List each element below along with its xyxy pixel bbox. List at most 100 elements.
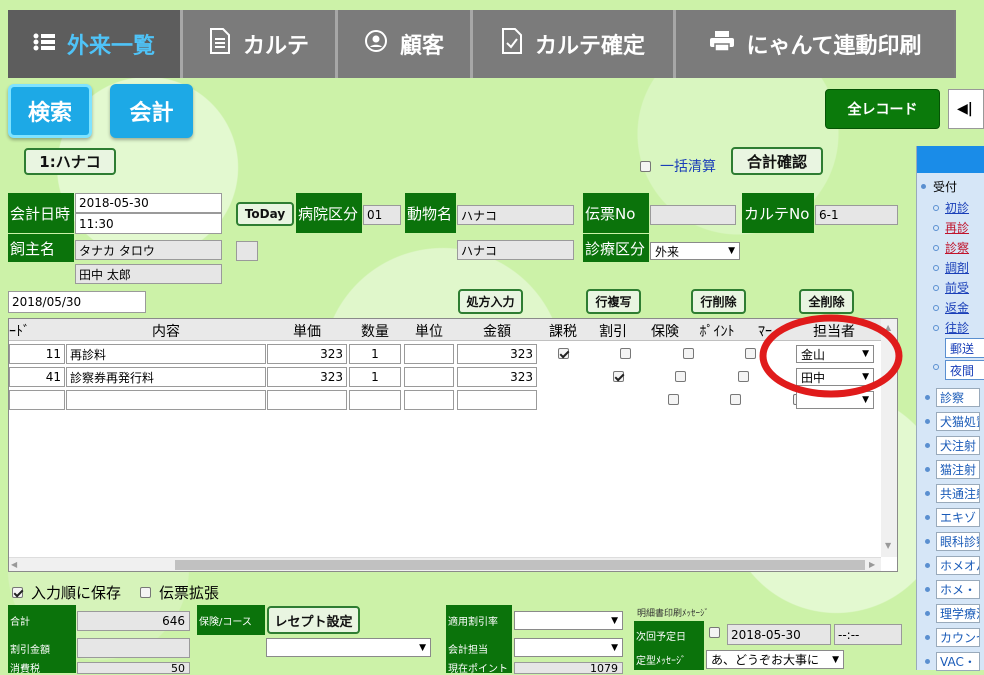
checkbox-discount[interactable]	[730, 394, 741, 405]
tab-outpatient-list[interactable]: 外来一覧	[8, 10, 183, 78]
sidebar-link[interactable]: 診察	[925, 388, 980, 407]
cell-price[interactable]	[267, 390, 347, 410]
today-button[interactable]: ToDay	[236, 202, 294, 226]
animal-sub-field[interactable]: ハナコ	[457, 240, 574, 260]
sidebar-group-reception[interactable]: 受付	[921, 178, 957, 195]
time-field[interactable]: 11:30	[75, 213, 222, 234]
tab-customer[interactable]: 顧客	[338, 10, 473, 78]
delete-row-button[interactable]: 行削除	[691, 289, 746, 314]
cell-unit[interactable]	[404, 390, 454, 410]
sidebar-link[interactable]: 猫注射	[925, 460, 980, 479]
bulk-settle-checkbox[interactable]	[640, 160, 651, 172]
cell-qty[interactable]: 1	[349, 344, 401, 364]
hospital-div-field[interactable]: 01	[363, 205, 401, 225]
cell-qty[interactable]	[349, 390, 401, 410]
sidebar-link[interactable]: 眼科診察	[925, 532, 980, 551]
checkbox-insurance[interactable]	[738, 371, 749, 382]
scroll-thumb[interactable]	[175, 560, 865, 570]
scroll-down-icon[interactable]: ▼	[885, 541, 891, 550]
cell-qty[interactable]: 1	[349, 367, 401, 387]
animal-field[interactable]: ハナコ	[457, 205, 574, 225]
horizontal-scrollbar[interactable]: ◀ ▶	[9, 557, 881, 571]
checkbox-discount[interactable]	[675, 371, 686, 382]
ring-bullet-icon	[933, 284, 939, 291]
accounting-staff-select[interactable]	[514, 638, 623, 657]
checkbox-discount[interactable]	[620, 348, 631, 359]
sidebar-link[interactable]: エキゾ	[925, 508, 980, 527]
sidebar-link[interactable]: 犬猫処置	[925, 412, 980, 431]
sidebar-link[interactable]: ホメ・	[925, 580, 980, 599]
next-date-field[interactable]: 2018-05-30	[727, 624, 831, 645]
all-records-button[interactable]: 全レコード	[825, 89, 940, 129]
discount-rate-select[interactable]	[514, 611, 623, 630]
slip-expand-option[interactable]: 伝票拡張	[140, 582, 219, 603]
sidebar-link-label: ホメオパシー	[936, 556, 980, 575]
fixed-message-select[interactable]: あ、どうぞお大事に	[706, 650, 844, 669]
owner-extra-field[interactable]	[236, 241, 258, 261]
sidebar-item-refund[interactable]: 返金	[933, 299, 969, 316]
cell-amount[interactable]: 323	[457, 344, 537, 364]
sidebar-item-advance[interactable]: 前受	[933, 279, 969, 296]
cell-unit[interactable]	[404, 367, 454, 387]
user-circle-icon	[364, 29, 388, 59]
sidebar-item-first-visit[interactable]: 初診	[933, 199, 969, 216]
sidebar-link[interactable]: ホメオパシー	[925, 556, 980, 575]
sidebar-link[interactable]: 犬注射	[925, 436, 980, 455]
checkbox-tax[interactable]	[668, 394, 679, 405]
record-date-field[interactable]: 2018/05/30	[8, 291, 146, 313]
tab-chart[interactable]: カルテ	[183, 10, 338, 78]
total-confirm-button[interactable]: 合計確認	[731, 147, 823, 175]
tab-linked-print[interactable]: にゃんて連動印刷	[676, 10, 954, 78]
chart-no-field[interactable]: 6-1	[815, 205, 898, 225]
input-order-option[interactable]: 入力順に保存	[12, 582, 121, 603]
delete-all-button[interactable]: 全削除	[799, 289, 854, 314]
sidebar-link[interactable]: 理学療法	[925, 604, 980, 623]
owner-kanji-field[interactable]: 田中 太郎	[75, 264, 222, 284]
checkbox-tax[interactable]	[558, 348, 569, 359]
discount-amount-field[interactable]	[77, 638, 190, 658]
sidebar-item-house-call[interactable]: 往診	[933, 319, 969, 336]
next-date-checkbox[interactable]	[709, 627, 720, 638]
checkbox-point[interactable]	[745, 348, 756, 359]
cell-content[interactable]	[66, 390, 266, 410]
input-order-checkbox[interactable]	[12, 587, 23, 598]
slip-field[interactable]	[650, 205, 736, 225]
checkbox-tax[interactable]	[613, 371, 624, 382]
sidebar-item-night[interactable]: 夜間	[945, 360, 984, 380]
cell-price[interactable]: 323	[267, 367, 347, 387]
copy-row-button[interactable]: 行複写	[586, 289, 641, 314]
cell-unit[interactable]	[404, 344, 454, 364]
receipt-settings-button[interactable]: レセプト設定	[267, 606, 360, 634]
prescription-button[interactable]: 処方入力	[458, 289, 523, 314]
cell-price[interactable]: 323	[267, 344, 347, 364]
scroll-left-icon[interactable]: ◀	[11, 560, 17, 569]
owner-field[interactable]: タナカ タロウ	[75, 240, 222, 260]
cell-content[interactable]: 再診料	[66, 344, 266, 364]
scroll-right-icon[interactable]: ▶	[869, 560, 875, 569]
checkbox-insurance[interactable]	[683, 348, 694, 359]
date-field[interactable]: 2018-05-30	[75, 193, 222, 213]
next-time-field[interactable]: --:--	[834, 624, 902, 645]
sidebar-item-dispense[interactable]: 調剤	[933, 259, 969, 276]
bulk-settle[interactable]: 一括清算	[640, 156, 716, 176]
cell-amount[interactable]: 323	[457, 367, 537, 387]
checkout-button[interactable]: 会計	[110, 84, 193, 138]
slip-expand-checkbox[interactable]	[140, 587, 151, 598]
sidebar-link[interactable]: カウンセリング	[925, 628, 980, 647]
sidebar-link-label: 理学療法	[936, 604, 980, 623]
sidebar-item-revisit[interactable]: 再診	[933, 219, 969, 236]
cell-amount[interactable]	[457, 390, 537, 410]
search-button[interactable]: 検索	[8, 84, 92, 138]
cell-code[interactable]: 11	[9, 344, 65, 364]
tab-chart-confirm[interactable]: カルテ確定	[473, 10, 676, 78]
insurance-course-select[interactable]	[266, 638, 431, 657]
prev-record-button[interactable]: ◀|	[948, 89, 984, 129]
clinic-div-select[interactable]: 外来	[650, 242, 740, 260]
sidebar-item-exam[interactable]: 診察	[933, 239, 969, 256]
sidebar-link[interactable]: VAC・	[925, 652, 980, 671]
sidebar-item-mail[interactable]: 郵送	[945, 338, 984, 358]
cell-content[interactable]: 診察券再発行料	[66, 367, 266, 387]
cell-code[interactable]	[9, 390, 65, 410]
cell-code[interactable]: 41	[9, 367, 65, 387]
sidebar-link[interactable]: 共通注射	[925, 484, 980, 503]
